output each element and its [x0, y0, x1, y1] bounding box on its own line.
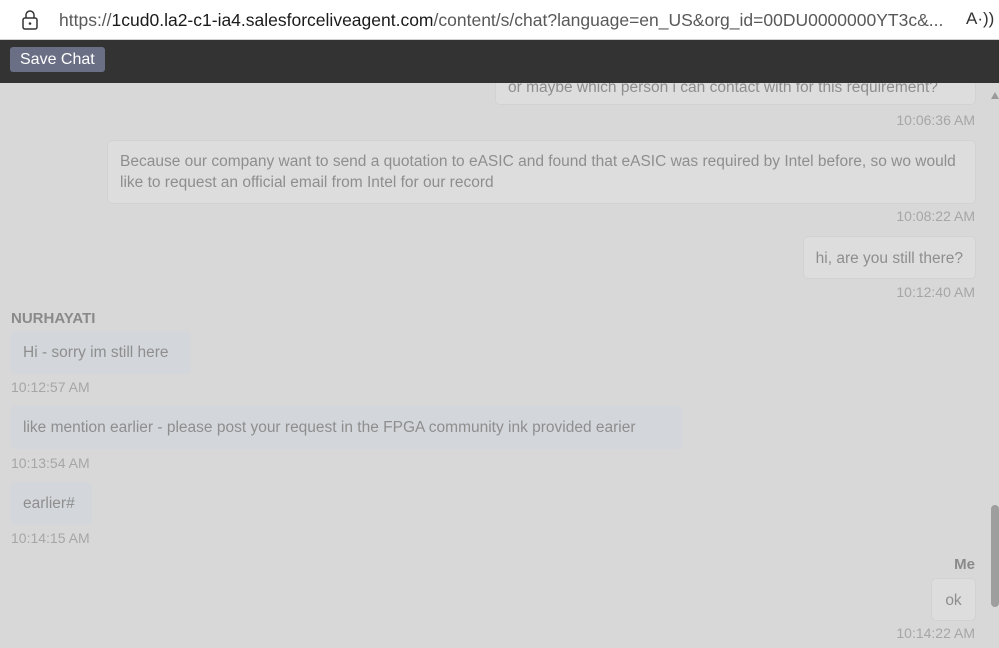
message-timestamp: 10:13:54 AM	[11, 455, 90, 471]
scrollbar-thumb[interactable]	[991, 505, 999, 607]
message-timestamp: 10:14:22 AM	[896, 625, 975, 641]
sender-name: NURHAYATI	[11, 310, 96, 327]
url-host: 1cud0.la2-c1-ia4.salesforceliveagent.com	[111, 10, 434, 30]
scroll-up-arrow-icon[interactable]	[991, 92, 999, 99]
lock-icon[interactable]	[21, 10, 39, 30]
message-timestamp: 10:12:40 AM	[896, 284, 975, 300]
message-text: Hi - sorry im still here	[23, 344, 169, 361]
chat-message-outgoing: ok	[931, 578, 976, 621]
read-aloud-icon[interactable]: A·))	[966, 9, 994, 29]
message-text: hi, are you still there?	[815, 250, 963, 267]
chat-toolbar: Save Chat	[0, 40, 999, 83]
chat-message-incoming: Hi - sorry im still here	[10, 331, 191, 374]
message-text: earlier#	[23, 495, 75, 512]
chat-message-outgoing: hi, are you still there?	[802, 236, 976, 279]
address-bar[interactable]: https://1cud0.la2-c1-ia4.salesforcelivea…	[0, 0, 999, 40]
message-text: like mention earlier - please post your …	[23, 419, 636, 436]
chat-transcript[interactable]: or maybe which person i can contact with…	[0, 83, 999, 648]
sender-name: Me	[954, 556, 975, 573]
url-text[interactable]: https://1cud0.la2-c1-ia4.salesforcelivea…	[59, 10, 949, 31]
message-text: Because our company want to send a quota…	[120, 153, 956, 191]
url-prefix: https://	[59, 10, 112, 30]
message-timestamp: 10:06:36 AM	[896, 112, 975, 128]
message-timestamp: 10:12:57 AM	[11, 379, 90, 395]
message-text: or maybe which person i can contact with…	[508, 83, 938, 96]
chat-message-outgoing: Because our company want to send a quota…	[107, 140, 976, 204]
chat-message-incoming: earlier#	[10, 482, 92, 525]
save-chat-button[interactable]: Save Chat	[10, 47, 105, 72]
message-text: ok	[945, 592, 962, 609]
chat-message-outgoing: or maybe which person i can contact with…	[495, 83, 976, 105]
message-timestamp: 10:08:22 AM	[896, 208, 975, 224]
chat-message-incoming: like mention earlier - please post your …	[10, 406, 683, 449]
message-timestamp: 10:14:15 AM	[11, 530, 90, 546]
url-path: /content/s/chat?language=en_US&org_id=00…	[433, 10, 944, 30]
